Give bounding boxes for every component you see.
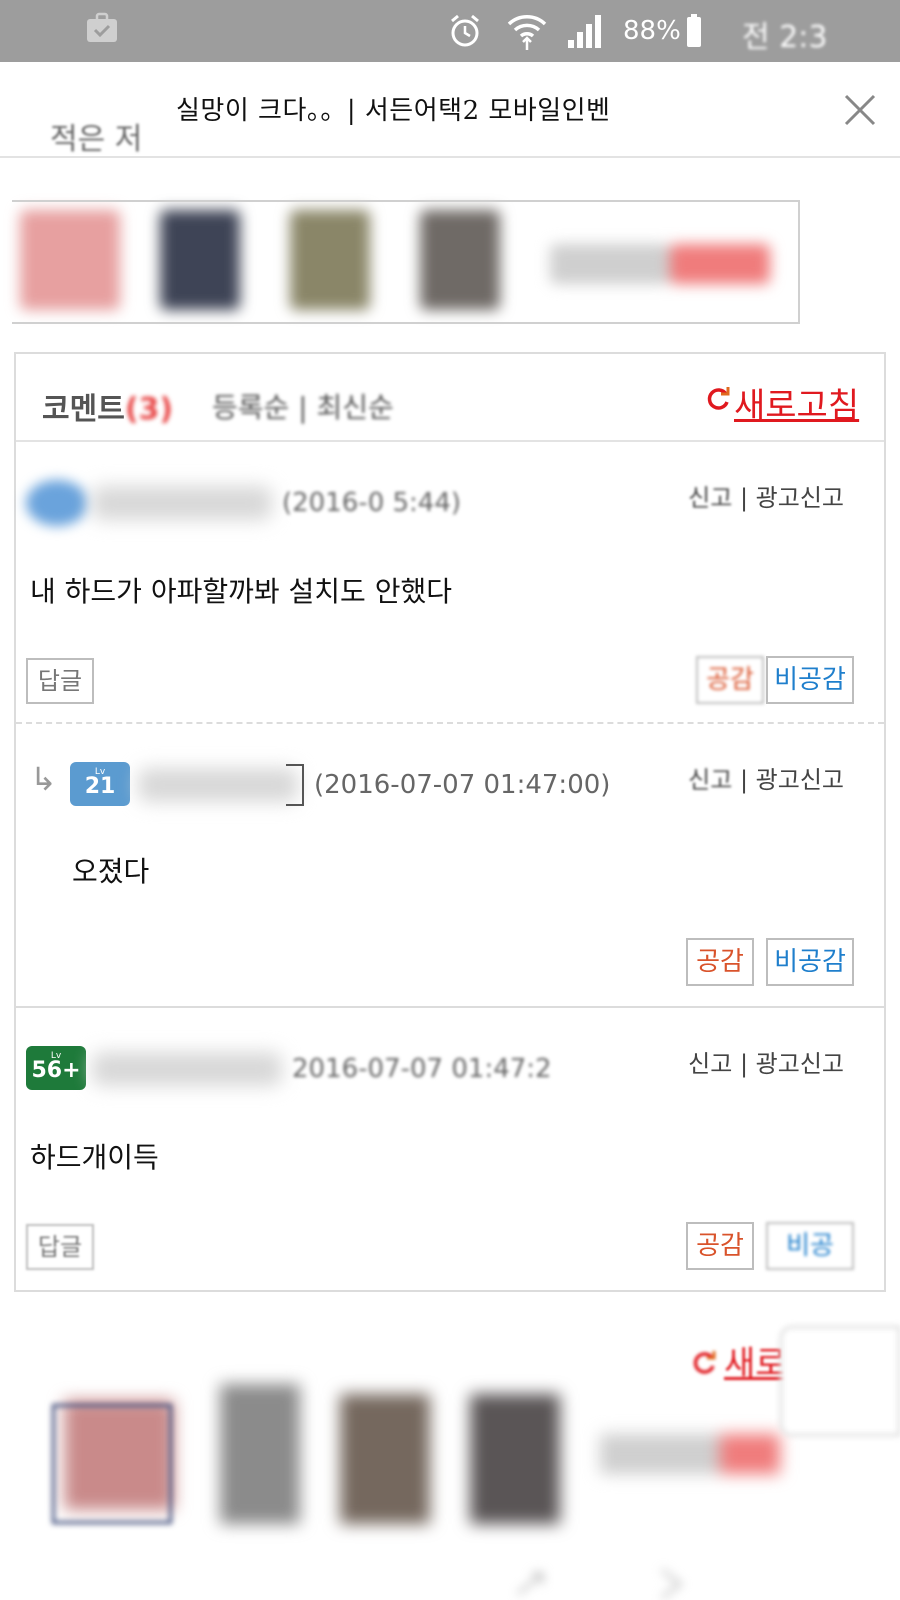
refresh-icon[interactable] xyxy=(692,1350,718,1376)
comment-date: 2016-07-07 01:47:2 xyxy=(292,1054,552,1084)
like-button[interactable]: 공감 xyxy=(686,938,754,986)
comment-date: (2016-0 5:44) xyxy=(282,488,462,518)
alarm-icon xyxy=(451,14,479,47)
comment-popup: 실망이 크다。。| 서든어택2 모바일인벤 적은 저 코멘트(3) 등록순 | … xyxy=(0,62,900,1600)
refresh-link[interactable]: 새로 xyxy=(724,1336,787,1385)
status-bar: 88% 전 2:3 xyxy=(0,0,900,62)
lower-section: 새로 xyxy=(0,1294,900,1600)
forward-icon[interactable] xyxy=(650,1564,690,1600)
comments-title-label: 코멘트 xyxy=(42,392,125,427)
report-links: 신고 | 광고신고 xyxy=(688,1050,844,1078)
report-link[interactable]: 신고 xyxy=(688,1050,732,1078)
comment-item: (2016-0 5:44) 신고 | 광고신고 내 하드가 아파할까봐 설치도 … xyxy=(16,444,884,724)
ad-thumbnail-frame xyxy=(52,1404,172,1524)
signal-strength-icon xyxy=(568,15,601,48)
close-icon[interactable] xyxy=(842,92,878,128)
clock-time: 전 2:3 xyxy=(742,20,828,55)
reply-button[interactable]: 답글 xyxy=(26,658,94,704)
unlike-button[interactable]: 비공 xyxy=(766,1222,854,1270)
report-links: 신고 | 광고신고 xyxy=(688,766,844,794)
level-badge: Lv 21 xyxy=(70,762,130,806)
comment-text: 내 하드가 아파할까봐 설치도 안했다 xyxy=(30,575,453,608)
report-links: 신고 | 광고신고 xyxy=(688,484,844,512)
refresh-link[interactable]: 새로고침 xyxy=(734,378,859,427)
popup-title: 실망이 크다。。| 서든어택2 모바일인벤 xyxy=(176,96,611,126)
level-badge: Lv 56+ xyxy=(26,1046,86,1090)
unlike-button[interactable]: 비공감 xyxy=(766,656,854,704)
ad-report-link[interactable]: 광고신고 xyxy=(756,766,844,794)
briefcase-check-icon xyxy=(87,12,117,42)
comments-title: 코멘트(3) xyxy=(42,384,173,428)
avatar xyxy=(26,480,88,526)
reply-arrow-icon: ↳ xyxy=(30,760,57,798)
battery-percentage: 88% xyxy=(623,16,681,46)
navigation-bar xyxy=(0,1524,900,1600)
like-button[interactable]: 공감 xyxy=(686,1222,754,1270)
username-blurred xyxy=(92,1052,282,1086)
refresh-icon[interactable] xyxy=(706,386,732,412)
battery-icon xyxy=(687,14,701,47)
comment-item: Lv 56+ 2016-07-07 01:47:2 신고 | 광고신고 하드개이득… xyxy=(16,1010,884,1290)
level-number: 56+ xyxy=(31,1058,81,1083)
share-icon[interactable] xyxy=(510,1564,550,1600)
ad-frame xyxy=(12,200,800,324)
comment-text: 하드개이득 xyxy=(30,1141,159,1174)
unlike-button[interactable]: 비공감 xyxy=(766,938,854,986)
background-page-text: 적은 저 xyxy=(50,122,143,157)
report-link[interactable]: 신고 xyxy=(688,766,732,794)
report-link[interactable]: 신고 xyxy=(688,484,732,512)
comment-date: (2016-07-07 01:47:00) xyxy=(314,770,611,800)
username-blurred xyxy=(92,486,272,520)
ad-report-link[interactable]: 광고신고 xyxy=(756,1050,844,1078)
comments-header: 코멘트(3) 등록순 | 최신순 새로고침 xyxy=(16,354,884,442)
wifi-icon xyxy=(507,15,547,50)
sort-options[interactable]: 등록순 | 최신순 xyxy=(212,386,394,426)
floating-menu-button[interactable] xyxy=(780,1326,900,1436)
comments-count: (3) xyxy=(124,392,174,427)
username-blurred xyxy=(138,768,298,802)
username-box xyxy=(286,764,304,806)
level-number: 21 xyxy=(84,774,116,799)
comment-item-reply: ↳ Lv 21 (2016-07-07 01:47:00) 신고 | 광고신고 오… xyxy=(16,726,884,1008)
comment-text: 오졌다 xyxy=(72,855,150,888)
like-button[interactable]: 공감 xyxy=(696,656,764,704)
reply-button[interactable]: 답글 xyxy=(26,1224,94,1270)
comments-section: 코멘트(3) 등록순 | 최신순 새로고침 (2016-0 5:44) 신고 |… xyxy=(14,352,886,1292)
ad-report-link[interactable]: 광고신고 xyxy=(756,484,844,512)
